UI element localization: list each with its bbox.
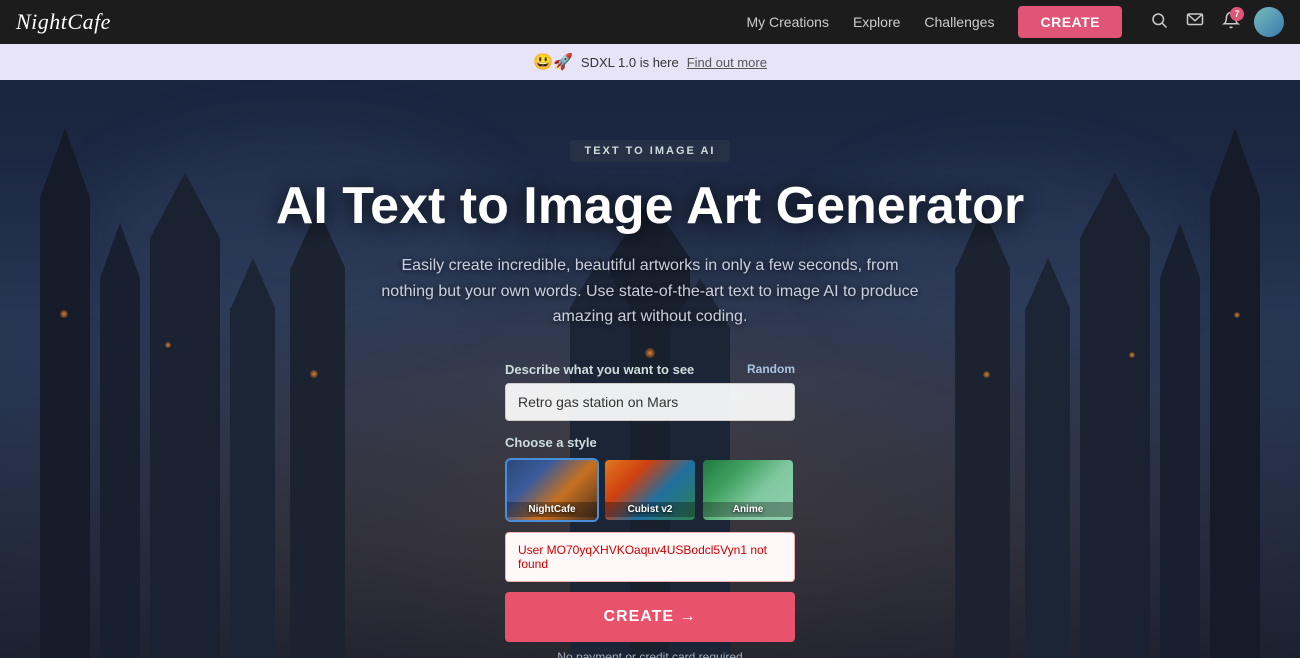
hero-subtitle: Easily create incredible, beautiful artw… [380, 253, 920, 330]
style-label: Choose a style [505, 435, 795, 450]
describe-label-row: Describe what you want to see Random [505, 362, 795, 377]
style-nightcafe[interactable]: NightCafe [505, 458, 599, 522]
nav-link-my-creations[interactable]: My Creations [746, 14, 828, 30]
no-payment-text: No payment or credit card required [505, 650, 795, 658]
messages-icon-button[interactable] [1182, 7, 1208, 38]
avatar-image [1254, 7, 1284, 37]
announcement-link[interactable]: Find out more [687, 55, 767, 70]
hero-section: TEXT TO IMAGE AI AI Text to Image Art Ge… [0, 80, 1300, 658]
navbar-links: My Creations Explore Challenges CREATE 7 [746, 6, 1284, 38]
style-options: NightCafe Cubist v2 Anime [505, 458, 795, 522]
style-name-anime: Anime [703, 502, 793, 517]
create-main-button[interactable]: CREATE → [505, 592, 795, 642]
avatar[interactable] [1254, 7, 1284, 37]
messages-icon [1186, 11, 1204, 29]
prompt-input[interactable] [505, 383, 795, 421]
logo[interactable]: NightCafe [16, 9, 111, 35]
notifications-icon-button[interactable]: 7 [1218, 7, 1244, 38]
describe-label: Describe what you want to see [505, 362, 694, 377]
navbar: NightCafe My Creations Explore Challenge… [0, 0, 1300, 44]
nav-link-explore[interactable]: Explore [853, 14, 900, 30]
hero-badge: TEXT TO IMAGE AI [570, 140, 729, 162]
random-link[interactable]: Random [747, 362, 795, 376]
create-main-label: CREATE → [603, 608, 696, 626]
search-icon-button[interactable] [1146, 7, 1172, 38]
style-name-cubist: Cubist v2 [605, 502, 695, 517]
hero-title: AI Text to Image Art Generator [276, 178, 1024, 235]
error-message: User MO70yqXHVKOaquv4USBodcl5Vyn1 not fo… [505, 532, 795, 582]
nav-link-challenges[interactable]: Challenges [924, 14, 994, 30]
announcement-text: SDXL 1.0 is here [581, 55, 679, 70]
style-anime[interactable]: Anime [701, 458, 795, 522]
announcement-bar: 😃🚀 SDXL 1.0 is here Find out more [0, 44, 1300, 80]
nav-icons: 7 [1146, 7, 1284, 38]
hero-content: TEXT TO IMAGE AI AI Text to Image Art Ge… [0, 80, 1300, 658]
style-name-nightcafe: NightCafe [507, 502, 597, 517]
notifications-badge: 7 [1230, 7, 1244, 21]
style-cubist[interactable]: Cubist v2 [603, 458, 697, 522]
create-form: Describe what you want to see Random Cho… [505, 362, 795, 658]
navbar-create-button[interactable]: CREATE [1018, 6, 1122, 38]
search-icon [1150, 11, 1168, 29]
announcement-emoji: 😃🚀 [533, 52, 573, 72]
